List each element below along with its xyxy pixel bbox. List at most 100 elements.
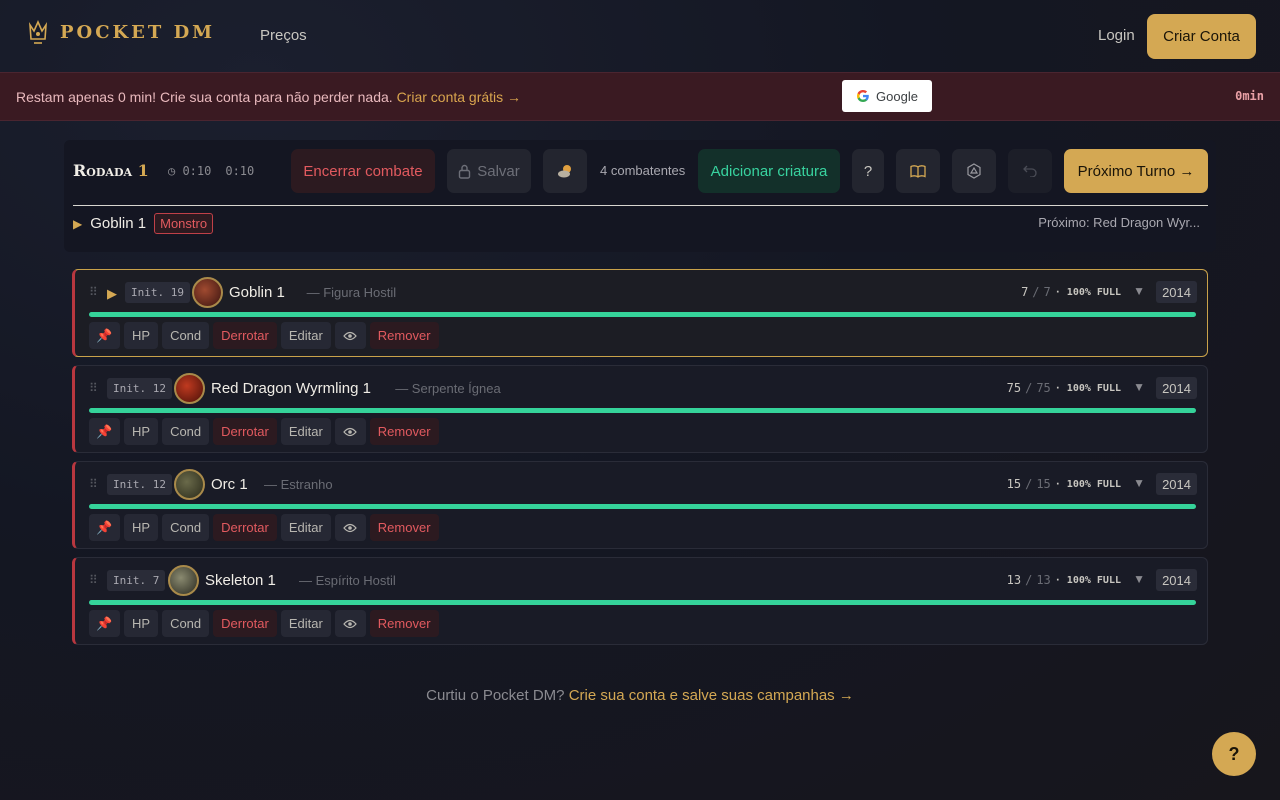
combatant-count: 4 combatentes (600, 163, 686, 178)
drag-handle-icon[interactable]: ⠿ (89, 285, 98, 299)
login-link[interactable]: Login (1098, 27, 1135, 44)
total-time: 0:10 (225, 164, 255, 178)
eye-icon (343, 619, 358, 628)
pin-button[interactable]: 📌 (89, 610, 120, 637)
creature-avatar (174, 373, 205, 404)
derrotar-button[interactable]: Derrotar (213, 322, 277, 349)
combatant-name[interactable]: Goblin 1 (229, 284, 285, 301)
combatant-name[interactable]: Red Dragon Wyrmling 1 (211, 380, 371, 397)
remover-button[interactable]: Remover (369, 610, 439, 637)
hp-bar (89, 312, 1196, 317)
logo[interactable]: POCKET DM (28, 19, 215, 45)
drag-handle-icon[interactable]: ⠿ (89, 573, 98, 587)
expand-caret-icon[interactable]: ▼ (1133, 380, 1145, 394)
hp-button[interactable]: HP (124, 610, 159, 637)
next-combatant: Próximo: Red Dragon Wyr... (1038, 215, 1200, 230)
dice-button[interactable] (952, 149, 996, 193)
editar-button[interactable]: Editar (280, 610, 331, 637)
drag-handle-icon[interactable]: ⠿ (89, 381, 98, 395)
lock-icon (459, 164, 471, 179)
help-button[interactable]: ? (852, 149, 884, 193)
combatant-card[interactable]: ⠿ ▶ Init. 19 Goblin 1 — Figura Hostil 7 … (72, 269, 1208, 357)
remover-button[interactable]: Remover (369, 418, 439, 445)
logo-text: POCKET DM (60, 21, 216, 43)
hp-button[interactable]: HP (124, 418, 159, 445)
combatant-description: — Espírito Hostil (299, 573, 396, 588)
editar-button[interactable]: Editar (280, 514, 331, 541)
hp-separator: / (1032, 285, 1040, 299)
google-signin-button[interactable]: Google (842, 80, 932, 112)
visibility-button[interactable] (334, 610, 366, 637)
expand-caret-icon[interactable]: ▼ (1133, 284, 1145, 298)
expand-caret-icon[interactable]: ▼ (1133, 572, 1145, 586)
combatant-name[interactable]: Skeleton 1 (205, 572, 276, 589)
cond-button[interactable]: Cond (162, 514, 210, 541)
visibility-button[interactable] (334, 514, 366, 541)
criar-conta-button[interactable]: Criar Conta (1147, 14, 1256, 59)
edition-badge: 2014 (1156, 377, 1197, 399)
initiative-badge[interactable]: Init. 12 (107, 378, 172, 399)
salvar-button[interactable]: Salvar (447, 149, 531, 193)
initiative-badge[interactable]: Init. 7 (107, 570, 166, 591)
cond-button[interactable]: Cond (162, 418, 210, 445)
dice-icon (967, 163, 981, 179)
footer-text: Curtiu o Pocket DM? (426, 687, 565, 704)
pin-button[interactable]: 📌 (89, 418, 120, 445)
combatant-description: — Estranho (264, 477, 333, 492)
combatant-description: — Figura Hostil (306, 285, 397, 300)
editar-button[interactable]: Editar (280, 418, 331, 445)
hp-readout[interactable]: 15 / 15 · 100% FULL (1007, 477, 1121, 491)
hp-button[interactable]: HP (124, 322, 159, 349)
drag-handle-icon[interactable]: ⠿ (89, 477, 98, 491)
pin-icon: 📌 (96, 327, 113, 343)
derrotar-button[interactable]: Derrotar (213, 418, 277, 445)
pin-icon: 📌 (96, 423, 113, 439)
combatant-name[interactable]: Orc 1 (211, 476, 248, 493)
creature-avatar (192, 277, 223, 308)
hp-button[interactable]: HP (124, 514, 159, 541)
hp-readout[interactable]: 13 / 13 · 100% FULL (1007, 573, 1121, 587)
undo-button[interactable] (1008, 149, 1052, 193)
cond-button[interactable]: Cond (162, 610, 210, 637)
nav-precos-link[interactable]: Preços (260, 27, 307, 44)
visibility-button[interactable] (334, 322, 366, 349)
proximo-turno-button[interactable]: Próximo Turno → (1064, 149, 1208, 193)
weather-icon (558, 165, 571, 178)
footer-signup-link[interactable]: Crie sua conta e salve suas campanhas → (569, 687, 854, 704)
hp-separator: / (1025, 477, 1033, 491)
book-button[interactable] (896, 149, 940, 193)
criar-conta-gratis-link[interactable]: Criar conta grátis → (397, 89, 521, 105)
edition-badge: 2014 (1156, 473, 1197, 495)
hp-readout[interactable]: 7 / 7 · 100% FULL (1021, 285, 1121, 299)
hp-readout[interactable]: 75 / 75 · 100% FULL (1007, 381, 1121, 395)
editar-button[interactable]: Editar (280, 322, 331, 349)
eye-icon (343, 331, 358, 340)
remover-button[interactable]: Remover (369, 322, 439, 349)
derrotar-button[interactable]: Derrotar (213, 514, 277, 541)
hp-max: 7 (1043, 285, 1051, 299)
hp-current: 7 (1021, 285, 1029, 299)
adicionar-criatura-button[interactable]: Adicionar criatura (698, 149, 840, 193)
expand-caret-icon[interactable]: ▼ (1133, 476, 1145, 490)
combat-control-panel: Rodada 1 ◷ 0:10 0:10 Encerrar combate Sa… (64, 140, 1216, 252)
hp-current: 15 (1006, 477, 1022, 491)
visibility-button[interactable] (334, 418, 366, 445)
salvar-label: Salvar (477, 162, 520, 180)
derrotar-button[interactable]: Derrotar (213, 610, 277, 637)
pin-icon: 📌 (96, 615, 113, 631)
cond-button[interactable]: Cond (162, 322, 210, 349)
eye-icon (343, 523, 358, 532)
combatant-card[interactable]: ⠿ Init. 12 Red Dragon Wyrmling 1 — Serpe… (72, 365, 1208, 453)
initiative-badge[interactable]: Init. 19 (125, 282, 190, 303)
encerrar-combate-button[interactable]: Encerrar combate (291, 149, 435, 193)
help-fab-button[interactable]: ? (1212, 732, 1256, 776)
weather-button[interactable] (543, 149, 587, 193)
remover-button[interactable]: Remover (369, 514, 439, 541)
combatant-card[interactable]: ⠿ Init. 7 Skeleton 1 — Espírito Hostil 1… (72, 557, 1208, 645)
initiative-badge[interactable]: Init. 12 (107, 474, 172, 495)
crown-icon (28, 20, 48, 44)
monster-badge: Monstro (154, 213, 214, 234)
pin-button[interactable]: 📌 (89, 514, 120, 541)
pin-button[interactable]: 📌 (89, 322, 120, 349)
combatant-card[interactable]: ⠿ Init. 12 Orc 1 — Estranho 15 / 15 · 10… (72, 461, 1208, 549)
